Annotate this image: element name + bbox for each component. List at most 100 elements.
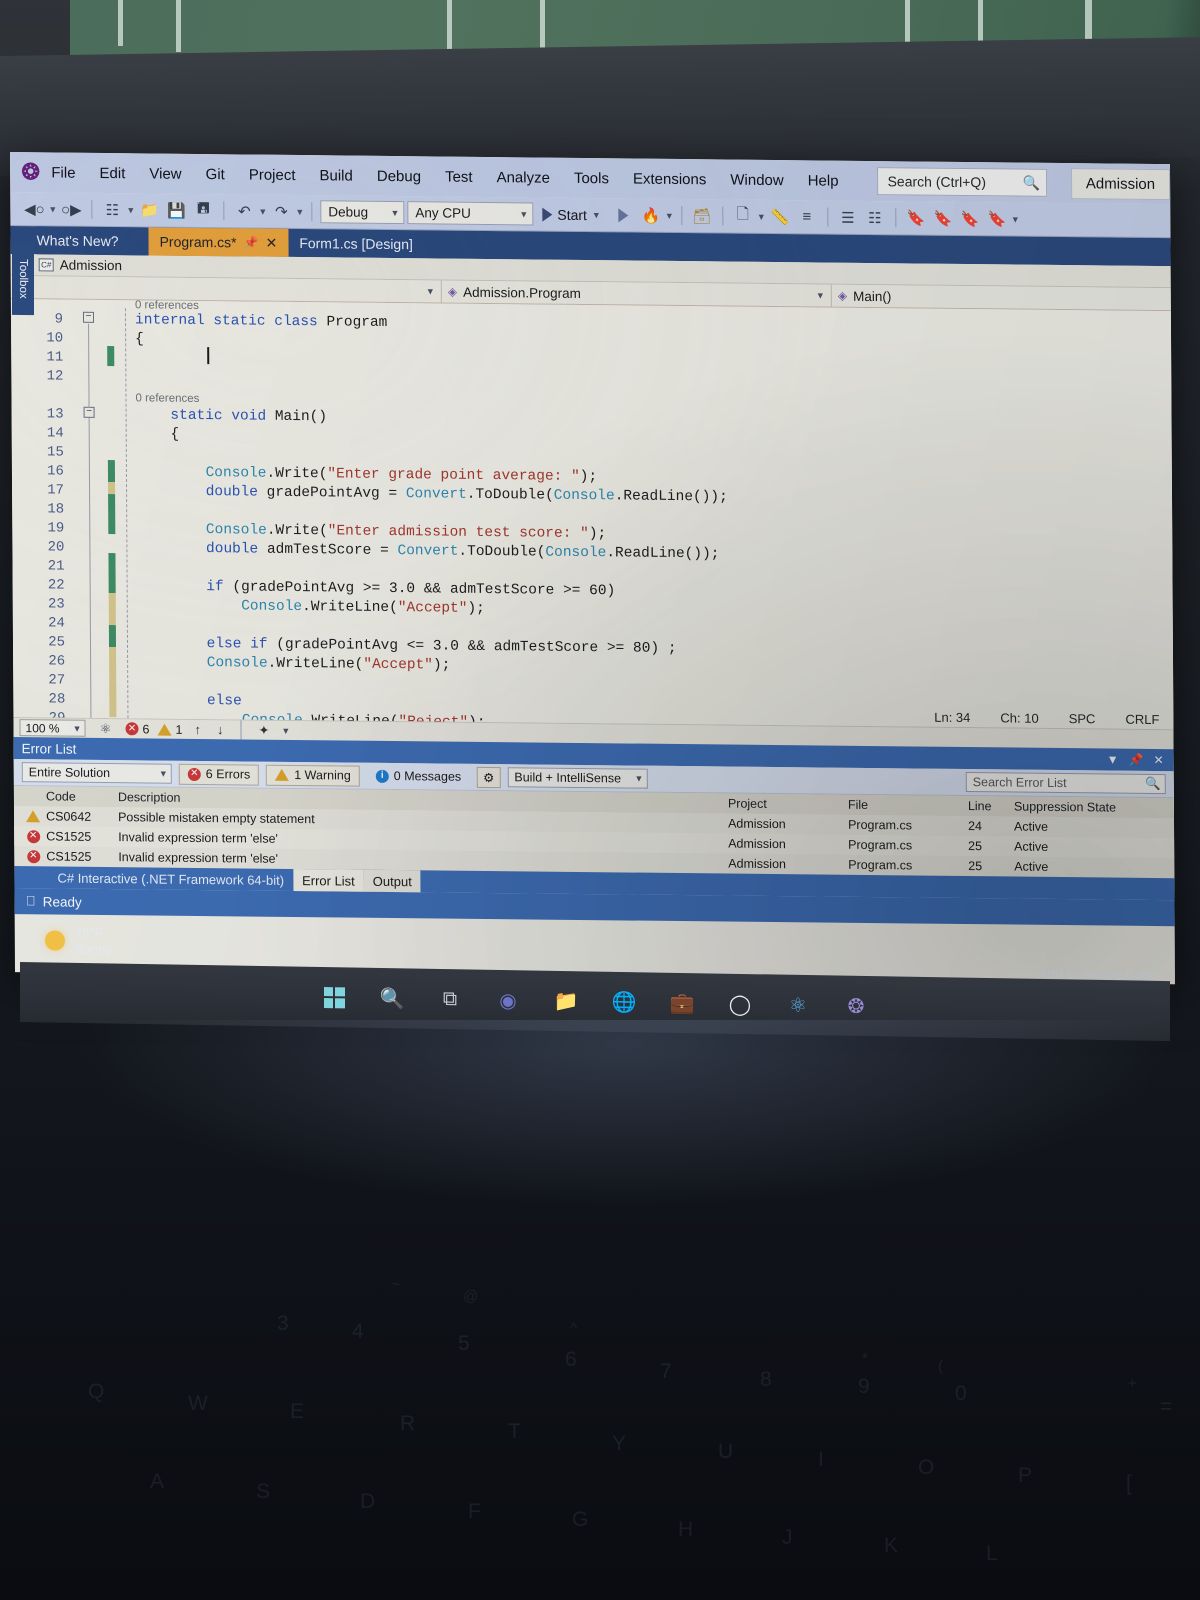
build-filter-dropdown[interactable]: Build + IntelliSense ▼ [507,767,648,789]
quick-actions-icon[interactable]: ✦ [254,722,273,738]
redo-dropdown-icon[interactable]: ▼ [295,199,304,223]
menu-extensions[interactable]: Extensions [622,166,718,192]
hot-reload-dropdown-icon[interactable]: ▼ [665,203,674,227]
open-folder-icon[interactable]: 📁 [137,198,161,222]
save-icon[interactable]: 💾 [164,198,188,222]
menu-git[interactable]: Git [195,161,236,186]
column-file[interactable]: File [848,798,968,813]
taskbar-app-button[interactable]: ◯ [725,989,755,1019]
close-icon[interactable]: ✕ [1154,753,1164,767]
close-icon[interactable]: ✕ [265,234,277,251]
window-dropdown-icon[interactable]: ▼ [757,204,766,228]
zoom-level-dropdown[interactable]: 100 % ▼ [19,719,86,737]
new-project-icon[interactable]: ☷ [100,197,124,221]
uncomment-icon[interactable]: ☷ [863,205,887,229]
line-number: 24 [48,615,65,632]
undo-icon[interactable]: ↶ [232,199,256,223]
platform-dropdown[interactable]: Any CPU ▼ [407,201,534,226]
menu-edit[interactable]: Edit [88,160,136,186]
filter-icon[interactable]: ⚙ [477,766,501,788]
redo-icon[interactable]: ↷ [269,199,293,223]
menu-tools[interactable]: Tools [563,165,620,191]
back-dropdown-icon[interactable]: ▼ [48,197,57,221]
taskbar-task-view-button[interactable]: ⧉ [435,984,465,1014]
editor-warning-count[interactable]: 1 [157,722,182,736]
taskbar-search-button[interactable]: 🔍 [377,983,407,1013]
ruler-icon[interactable]: 📏 [768,204,792,228]
menu-test[interactable]: Test [434,164,484,190]
back-arrow-icon[interactable]: ◀○ [22,197,46,221]
undo-dropdown-icon[interactable]: ▼ [258,199,267,223]
forward-arrow-icon[interactable]: ○▶ [59,197,83,221]
error-search-input[interactable]: Search Error List 🔍 [965,772,1166,795]
taskbar-start-button[interactable] [319,982,349,1012]
toolbox-panel-tab[interactable]: Toolbox [12,242,34,316]
tab-output[interactable]: Output [363,869,421,893]
tab-whats-new[interactable]: What's New? [36,226,149,256]
column-line[interactable]: Line [968,799,1014,813]
pin-icon[interactable]: 📌 [244,235,259,249]
taskbar-chrome-button[interactable]: ⚛ [783,990,813,1020]
menu-window[interactable]: Window [719,167,795,193]
status-text: Ready [42,893,82,910]
tab-error-list[interactable]: Error List [292,868,364,892]
status-column: Ch: 10 [1000,710,1039,726]
menu-help[interactable]: Help [797,168,850,194]
navbar-project-dropdown[interactable]: ▼ [11,276,441,303]
column-project[interactable]: Project [728,797,848,812]
bookmark-clear-icon[interactable]: 🔖 [985,207,1009,231]
errors-filter-button[interactable]: ✕ 6 Errors [178,763,260,786]
bookmark-dropdown-icon[interactable]: ▼ [1011,207,1020,231]
menu-view[interactable]: View [138,161,192,187]
taskbar-visual-studio-button[interactable]: ❂ [841,991,871,1021]
fold-toggle-class[interactable]: − [82,311,95,323]
code-line-22: if (gradePointAvg >= 3.0 && admTestScore… [206,579,616,600]
column-suppression[interactable]: Suppression State [1014,800,1174,816]
pin-icon[interactable]: 📌 [1129,753,1144,767]
bookmark-prev-icon[interactable]: 🔖 [931,206,955,230]
tab-program-cs[interactable]: Program.cs* 📌 ✕ [148,227,289,257]
messages-filter-button[interactable]: i 0 Messages [367,765,471,787]
previous-issue-icon[interactable]: ↑ [190,722,205,737]
codelens-references[interactable]: 0 references [135,392,199,405]
comment-icon[interactable]: ☰ [836,205,860,229]
configuration-dropdown[interactable]: Debug ▼ [320,200,405,225]
fold-toggle-method[interactable]: − [83,406,95,418]
indent-icon[interactable]: ≡ [795,205,819,229]
play-hollow-icon[interactable] [617,207,628,222]
taskbar-edge-button[interactable]: 🌐 [609,987,639,1017]
new-project-dropdown-icon[interactable]: ▼ [126,198,135,222]
menu-debug[interactable]: Debug [366,163,432,189]
bookmark-next-icon[interactable]: 🔖 [958,206,982,230]
code-editor[interactable]: 9 10 11 12 13 14 15 16 17 18 19 20 21 22… [10,299,1174,730]
window-icon[interactable]: 🗋 [731,204,755,228]
weather-widget[interactable]: 78°F Sunny [45,924,112,957]
save-all-icon[interactable]: 🖪 [191,198,215,222]
solution-button[interactable]: Admission [1070,167,1171,200]
column-code[interactable]: Code [46,789,118,804]
taskbar-file-explorer-button[interactable]: 📁 [551,986,581,1016]
menu-file[interactable]: File [40,160,86,185]
solution-explorer-icon[interactable]: 🗃 [690,204,714,228]
search-input[interactable]: Search (Ctrl+Q) 🔍 [877,167,1047,197]
navbar-member-dropdown[interactable]: ◈ Main() [830,284,1171,311]
warnings-filter-button[interactable]: 1 Warning [266,764,360,787]
next-issue-icon[interactable]: ↓ [213,722,228,737]
chevron-down-icon[interactable]: ▼ [281,725,290,735]
code-line-28: else [206,693,242,710]
tab-csharp-interactive[interactable]: C# Interactive (.NET Framework 64-bit) [48,866,293,891]
tab-form1-design[interactable]: Form1.cs [Design] [288,229,424,258]
taskbar-store-button[interactable]: 💼 [667,988,697,1018]
hot-reload-icon[interactable]: 🔥 [639,203,663,227]
editor-error-count[interactable]: ✕ 6 [125,722,150,736]
taskbar-teams-button[interactable]: ◉ [493,985,523,1015]
start-debug-button[interactable]: Start ▼ [536,206,607,223]
navbar-type-dropdown[interactable]: ◈ Admission.Program ▼ [440,280,831,307]
menu-analyze[interactable]: Analyze [485,164,561,190]
codelens-references[interactable]: 0 references [135,299,199,312]
menu-build[interactable]: Build [308,163,364,189]
menu-project[interactable]: Project [238,162,307,188]
bookmark-icon[interactable]: 🔖 [904,206,928,230]
chevron-down-icon[interactable]: ▼ [1107,752,1119,766]
error-scope-dropdown[interactable]: Entire Solution ▼ [21,762,172,784]
